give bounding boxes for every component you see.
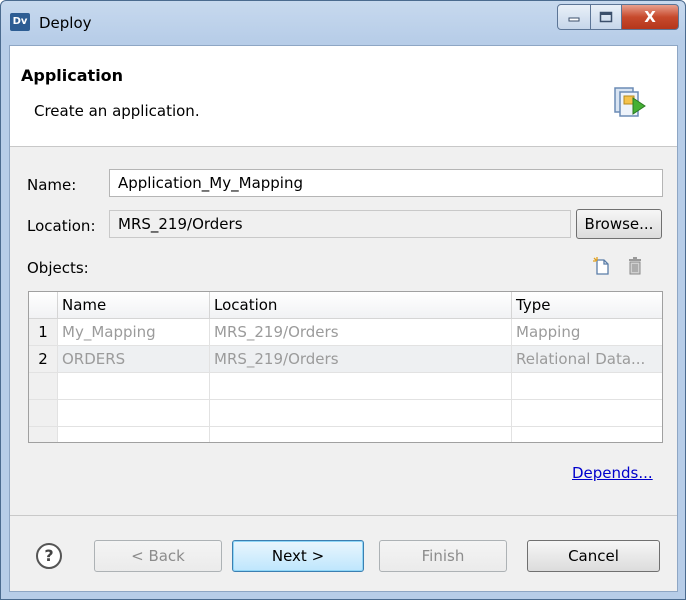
finish-button[interactable]: Finish [379,540,507,572]
cell-type [512,373,662,400]
column-header-location[interactable]: Location [210,292,512,319]
depends-link[interactable]: Depends... [572,464,653,482]
back-button[interactable]: < Back [94,540,222,572]
footer-divider [10,515,677,516]
cancel-button[interactable]: Cancel [527,540,660,572]
close-icon: X [644,8,656,26]
minimize-icon [568,17,580,22]
cell-location [210,427,512,442]
cell-name: My_Mapping [58,319,210,346]
title-bar: Dv Deploy X [1,1,685,45]
window-controls: X [557,4,679,30]
location-field: MRS_219/Orders [109,210,571,238]
objects-label: Objects: [27,259,89,277]
row-number [29,427,58,442]
column-header-name[interactable]: Name [58,292,210,319]
cell-type [512,427,662,442]
row-number: 1 [29,319,58,346]
browse-button[interactable]: Browse... [576,209,662,239]
cell-name [58,373,210,400]
cell-type: Relational Data... [512,346,662,373]
maximize-button[interactable] [591,4,622,30]
app-icon: Dv [10,13,30,31]
window-title: Deploy [39,14,92,32]
page-subtitle: Create an application. [34,102,200,120]
row-number: 2 [29,346,58,373]
table-row-empty [29,427,662,442]
table-header: Name Location Type [29,292,662,319]
table-row-empty [29,373,662,400]
cell-type: Mapping [512,319,662,346]
rownum-header [29,292,58,319]
cell-location: MRS_219/Orders [210,319,512,346]
objects-table: Name Location Type 1 My_Mapping MRS_219/… [28,291,663,443]
maximize-icon [599,11,613,23]
help-icon[interactable]: ? [36,543,62,569]
deploy-dialog: Dv Deploy X Application Create an applic… [0,0,686,600]
cell-location [210,400,512,427]
page-title: Application [21,66,124,85]
close-button[interactable]: X [622,4,679,30]
location-label: Location: [27,217,96,235]
cell-location: MRS_219/Orders [210,346,512,373]
table-row-empty [29,400,662,427]
cell-name [58,400,210,427]
cell-name [58,427,210,442]
table-row[interactable]: 2 ORDERS MRS_219/Orders Relational Data.… [29,346,662,373]
column-header-type[interactable]: Type [512,292,662,319]
trash-icon[interactable] [625,256,645,276]
row-number [29,373,58,400]
row-number [29,400,58,427]
cell-location [210,373,512,400]
name-input[interactable]: Application_My_Mapping [109,169,663,197]
wizard-deploy-icon [614,87,646,117]
new-object-icon[interactable] [592,256,612,276]
name-label: Name: [27,176,77,194]
next-button[interactable]: Next > [232,540,364,572]
cell-name: ORDERS [58,346,210,373]
cell-type [512,400,662,427]
dialog-body: Application Create an application. Name:… [9,45,678,592]
minimize-button[interactable] [557,4,591,30]
wizard-header: Application Create an application. [10,46,677,147]
table-row[interactable]: 1 My_Mapping MRS_219/Orders Mapping [29,319,662,346]
